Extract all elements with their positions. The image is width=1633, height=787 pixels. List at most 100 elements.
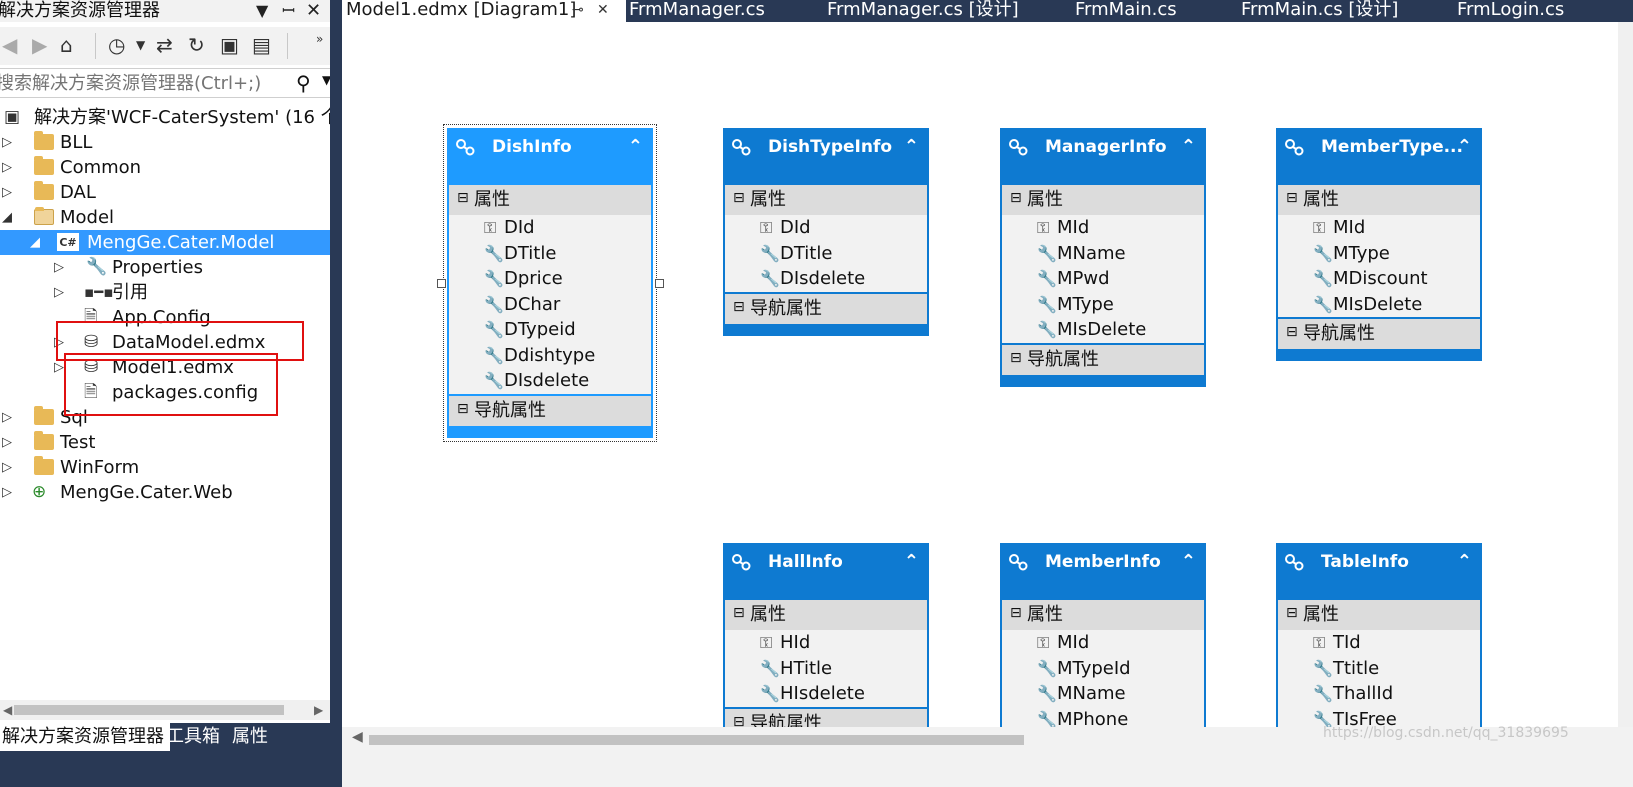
entity-property[interactable]: ⚿ MId [1278, 215, 1480, 241]
entity-property[interactable]: 🔧 DIsdelete [449, 368, 651, 394]
tab-frmmanager-cs[interactable]: FrmManager.cs [629, 0, 765, 22]
collapse-section-icon[interactable]: ⊟ [733, 707, 745, 728]
navigation-properties-section[interactable]: ⊟ 导航属性 [725, 706, 927, 728]
entity-property[interactable]: ⚿ MId [1002, 630, 1204, 656]
entity-header[interactable]: MemberType... ⌃ [1276, 128, 1482, 182]
solution-explorer-search[interactable]: ⚲ ▼ [0, 68, 341, 98]
scroll-left-icon[interactable]: ◀ [352, 729, 363, 745]
navigation-properties-section[interactable]: ⊟ 导航属性 [1002, 342, 1204, 375]
dropdown-icon[interactable]: ▼ [256, 0, 268, 22]
entity-header[interactable]: HallInfo ⌃ [723, 543, 929, 597]
scroll-left-icon[interactable]: ◀ [3, 700, 12, 720]
expand-arrow-icon[interactable]: ▷ [0, 405, 14, 430]
properties-section-header[interactable]: ⊟ 属性 [449, 185, 651, 215]
entity-property[interactable]: 🔧 MIsDelete [1002, 317, 1204, 343]
entity-header[interactable]: MemberInfo ⌃ [1000, 543, 1206, 597]
sync-icon[interactable]: ⇄ [156, 33, 173, 57]
navigation-properties-section[interactable]: ⊟ 导航属性 [449, 393, 651, 426]
entity-hallinfo[interactable]: HallInfo ⌃ ⊟ 属性 ⚿ HId 🔧 HTitle 🔧 HIsdelete ⊟ 导航属性 [723, 543, 929, 727]
back-icon[interactable]: ◀ [2, 33, 17, 57]
entity-property[interactable]: 🔧 Ttitle [1278, 655, 1480, 681]
entity-membertype[interactable]: MemberType... ⌃ ⊟ 属性 ⚿ MId 🔧 MType 🔧 MDiscount 🔧 MI… [1276, 128, 1482, 361]
entity-property[interactable]: 🔧 MPwd [1002, 266, 1204, 292]
expand-arrow-icon[interactable]: ▷ [52, 280, 66, 305]
collapse-entity-icon[interactable]: ⌃ [904, 136, 919, 157]
entity-property[interactable]: 🔧 HIsdelete [725, 681, 927, 707]
pin-icon[interactable]: ꟷ [282, 0, 295, 22]
entity-header[interactable]: ManagerInfo ⌃ [1000, 128, 1206, 182]
tree-item-menggecatermodel[interactable]: ◢ C# MengGe.Cater.Model [0, 230, 343, 255]
expand-arrow-icon[interactable]: ▷ [0, 455, 14, 480]
entity-property[interactable]: 🔧 MTypeId [1002, 655, 1204, 681]
search-input[interactable] [0, 69, 286, 97]
expand-arrow-icon[interactable]: ▷ [0, 155, 14, 180]
tree-item-menggecaterweb[interactable]: ▷ ⊕ MengGe.Cater.Web [0, 480, 343, 505]
entity-property[interactable]: 🔧 MIsDelete [1278, 291, 1480, 317]
entity-header[interactable]: DishInfo ⌃ [447, 128, 653, 182]
pin-icon[interactable]: ⊸ [572, 0, 584, 20]
resize-handle[interactable] [655, 278, 664, 288]
entity-property[interactable]: 🔧 DIsdelete [725, 266, 927, 292]
collapse-section-icon[interactable]: ⊟ [457, 183, 469, 213]
entity-header[interactable]: DishTypeInfo ⌃ [723, 128, 929, 182]
entity-property[interactable]: 🔧 DTitle [449, 240, 651, 266]
properties-section-header[interactable]: ⊟ 属性 [1002, 185, 1204, 215]
tab-solution-explorer[interactable]: 解决方案资源管理器 [0, 723, 170, 751]
collapse-section-icon[interactable]: ⊟ [1286, 598, 1298, 628]
tree-item-references[interactable]: ▷ ▪━▪ 引用 [0, 280, 343, 305]
entity-property[interactable]: 🔧 ThallId [1278, 681, 1480, 707]
expand-arrow-icon[interactable]: ▷ [52, 255, 66, 280]
toolbar-overflow-icon[interactable]: » [316, 27, 323, 51]
scrollbar-thumb[interactable] [14, 705, 284, 715]
scroll-right-icon[interactable]: ▶ [314, 700, 323, 720]
entity-property[interactable]: ⚿ DId [449, 215, 651, 241]
resize-handle[interactable] [437, 278, 446, 288]
close-tab-icon[interactable]: ✕ [597, 0, 609, 20]
tree-item-bll[interactable]: ▷ BLL [0, 130, 343, 155]
navigation-properties-section[interactable]: ⊟ 导航属性 [1278, 317, 1480, 349]
solution-explorer-horizontal-scrollbar[interactable]: ◀ ▶ [0, 700, 330, 720]
forward-icon[interactable]: ▶ [32, 33, 47, 57]
designer-vertical-scrollbar[interactable] [1618, 22, 1633, 727]
expand-arrow-icon[interactable]: ▷ [0, 130, 14, 155]
entity-dishinfo[interactable]: DishInfo ⌃ ⊟ 属性 ⚿ DId 🔧 DTitle 🔧 Dprice 🔧 DChar 🔧 DTy… [437, 124, 664, 442]
home-icon[interactable]: ⌂ [60, 33, 73, 57]
history-icon[interactable]: ◷ [108, 33, 125, 57]
entity-managerinfo[interactable]: ManagerInfo ⌃ ⊟ 属性 ⚿ MId 🔧 MName 🔧 MPwd 🔧 MType 🔧 MIs… [1000, 128, 1206, 387]
properties-section-header[interactable]: ⊟ 属性 [1002, 600, 1204, 630]
collapse-entity-icon[interactable]: ⌃ [1457, 551, 1472, 572]
entity-property[interactable]: ⚿ TId [1278, 630, 1480, 656]
edmx-designer-surface[interactable]: DishInfo ⌃ ⊟ 属性 ⚿ DId 🔧 DTitle 🔧 Dprice 🔧 DChar 🔧 DTy… [342, 22, 1633, 727]
collapse-entity-icon[interactable]: ⌃ [628, 136, 643, 157]
properties-section-header[interactable]: ⊟ 属性 [725, 600, 927, 630]
collapse-entity-icon[interactable]: ⌃ [1457, 136, 1472, 157]
collapse-section-icon[interactable]: ⊟ [1010, 343, 1022, 373]
collapse-arrow-icon[interactable]: ◢ [0, 205, 14, 230]
collapse-section-icon[interactable]: ⊟ [733, 598, 745, 628]
entity-property[interactable]: 🔧 TIsFree [1278, 706, 1480, 727]
tree-item-common[interactable]: ▷ Common [0, 155, 343, 180]
collapse-entity-icon[interactable]: ⌃ [1181, 136, 1196, 157]
tree-item-test[interactable]: ▷ Test [0, 430, 343, 455]
tab-toolbox[interactable]: 工具箱 [160, 723, 226, 751]
tab-frmmain-design[interactable]: FrmMain.cs [设计] [1241, 0, 1398, 22]
entity-property[interactable]: 🔧 MDiscount [1278, 266, 1480, 292]
entity-property[interactable]: 🔧 Ddishtype [449, 342, 651, 368]
collapse-entity-icon[interactable]: ⌃ [1181, 551, 1196, 572]
collapse-section-icon[interactable]: ⊟ [1286, 183, 1298, 213]
refresh-icon[interactable]: ↻ [188, 33, 205, 57]
tree-item-winform[interactable]: ▷ WinForm [0, 455, 343, 480]
tab-frmlogin-cs[interactable]: FrmLogin.cs [1457, 0, 1564, 22]
history-dropdown-icon[interactable]: ▼ [136, 33, 145, 57]
properties-section-header[interactable]: ⊟ 属性 [725, 185, 927, 215]
collapse-section-icon[interactable]: ⊟ [733, 292, 745, 322]
tree-item-model[interactable]: ◢ Model [0, 205, 343, 230]
tree-item-dal[interactable]: ▷ DAL [0, 180, 343, 205]
collapse-all-icon[interactable]: ▣ [220, 33, 239, 57]
entity-property[interactable]: ⚿ MId [1002, 215, 1204, 241]
tree-item-properties[interactable]: ▷ 🔧 Properties [0, 255, 343, 280]
properties-section-header[interactable]: ⊟ 属性 [1278, 185, 1480, 215]
entity-property[interactable]: 🔧 MType [1278, 240, 1480, 266]
show-all-files-icon[interactable]: ▤ [252, 33, 271, 57]
tab-frmmanager-design[interactable]: FrmManager.cs [设计] [827, 0, 1019, 22]
